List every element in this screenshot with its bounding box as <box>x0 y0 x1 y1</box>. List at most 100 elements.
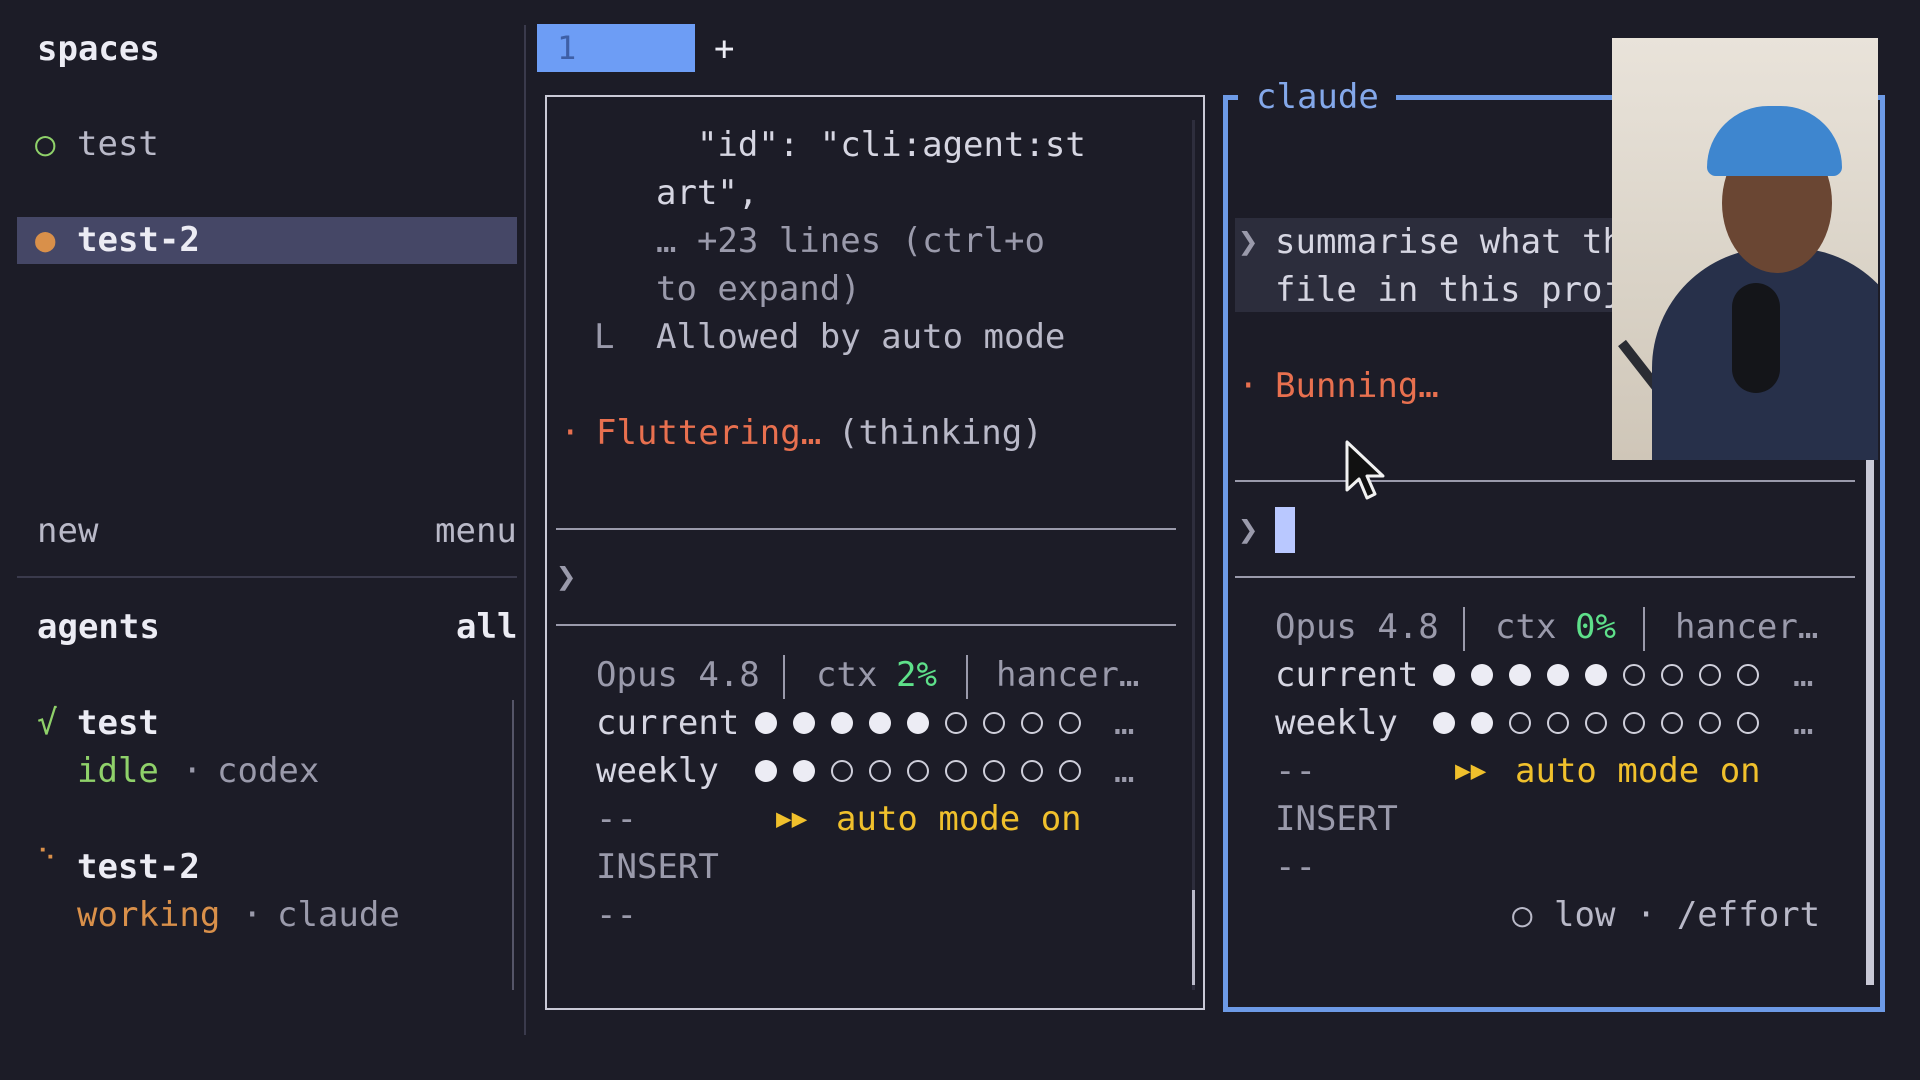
status-extra: hancer… <box>996 655 1140 695</box>
agent-item-test-2[interactable]: test-2 <box>77 843 200 891</box>
right-pane-scrollbar[interactable] <box>1866 460 1874 985</box>
usage-dot-filled <box>755 712 777 734</box>
usage-dot-empty <box>1021 712 1043 734</box>
check-icon: √ <box>37 703 58 743</box>
agent-separator: · <box>242 895 263 935</box>
activity-bullet: · <box>1238 366 1259 406</box>
usage-dot-filled <box>1433 712 1455 734</box>
usage-dot-filled <box>1471 664 1493 686</box>
mode-dashes: -- <box>1275 751 1316 791</box>
space-item-test[interactable]: test <box>77 120 159 168</box>
usage-dot-filled <box>793 712 815 734</box>
space-status-icon: ○ <box>35 124 56 164</box>
fast-forward-icon: ▶▶ <box>776 804 808 834</box>
usage-dot-filled <box>1547 664 1569 686</box>
input-divider-bottom <box>556 624 1176 626</box>
usage-dot-empty <box>1585 712 1607 734</box>
weekly-label: weekly <box>1275 703 1398 743</box>
effort-icon: ○ <box>1512 895 1533 935</box>
space-item-test-2[interactable]: test-2 <box>77 216 200 264</box>
usage-dot-empty <box>1623 664 1645 686</box>
spaces-title: spaces <box>37 29 160 69</box>
current-usage-meter <box>755 712 1081 734</box>
allowed-status: Allowed by auto mode <box>656 317 1066 357</box>
usage-dot-empty <box>1661 664 1683 686</box>
menu-button[interactable]: menu <box>435 507 517 555</box>
usage-dot-filled <box>907 712 929 734</box>
usage-dot-filled <box>1509 664 1531 686</box>
status-sep <box>966 655 968 699</box>
agent-type: claude <box>277 895 400 935</box>
tree-branch: L <box>594 317 615 357</box>
weekly-usage-meter <box>755 760 1081 782</box>
agents-filter-all[interactable]: all <box>456 603 517 651</box>
user-prompt-line: file in this proj <box>1275 270 1623 310</box>
usage-dot-empty <box>1021 760 1043 782</box>
sidebar-scrollbar[interactable] <box>512 700 514 990</box>
status-sep <box>1463 607 1465 651</box>
effort-level: low · /effort <box>1554 895 1821 935</box>
status-sep <box>783 655 785 699</box>
activity-note: (thinking) <box>838 413 1043 453</box>
usage-dot-filled <box>1471 712 1493 734</box>
ellipsis: … <box>1793 655 1814 695</box>
ctx-value: 0% <box>1575 607 1616 647</box>
input-prompt[interactable]: ❯ <box>556 553 576 601</box>
weekly-usage-meter <box>1433 712 1759 734</box>
person-cap <box>1707 106 1842 176</box>
usage-dot-filled <box>1433 664 1455 686</box>
mode-dashes: -- <box>596 895 637 935</box>
ellipsis: … <box>1114 751 1135 791</box>
agent-separator: · <box>182 751 203 791</box>
agent-item-test[interactable]: test <box>77 699 159 747</box>
webcam-overlay <box>1612 38 1878 460</box>
current-label: current <box>596 703 740 743</box>
status-sep <box>1643 607 1645 651</box>
sidebar: spaces ○ test ● test-2 new menu agents a… <box>0 0 525 1080</box>
ctx-label: ctx <box>816 655 878 695</box>
agent-state: idle <box>77 751 159 791</box>
usage-dot-empty <box>869 760 891 782</box>
usage-dot-empty <box>831 760 853 782</box>
usage-dot-empty <box>983 712 1005 734</box>
input-divider-top <box>1235 480 1855 482</box>
usage-dot-filled <box>755 760 777 782</box>
fast-forward-icon: ▶▶ <box>1455 756 1487 786</box>
new-space-button[interactable]: new <box>37 507 98 555</box>
agent-state: working <box>77 895 221 935</box>
output-line: to expand) <box>656 269 861 309</box>
sidebar-separator <box>524 25 526 1035</box>
spinner-icon: ⠑ <box>37 845 57 875</box>
usage-dot-empty <box>1699 664 1721 686</box>
input-prompt: ❯ <box>1238 510 1259 550</box>
tab-1[interactable]: 1 <box>537 24 695 72</box>
usage-dot-empty <box>1699 712 1721 734</box>
space-status-icon-active: ● <box>35 220 56 260</box>
input-divider-bottom <box>1235 576 1855 578</box>
pane-title: claude <box>1256 77 1379 117</box>
ellipsis: … <box>1114 703 1135 743</box>
user-prompt-line: summarise what th <box>1275 222 1623 262</box>
left-pane-scrollbar[interactable] <box>1192 890 1195 985</box>
auto-mode-status: auto mode on <box>836 799 1082 839</box>
usage-dot-filled <box>793 760 815 782</box>
add-tab-button[interactable]: + <box>714 25 734 73</box>
text-cursor[interactable] <box>1275 507 1295 553</box>
usage-dot-empty <box>983 760 1005 782</box>
left-pane-scroll-track <box>1192 120 1195 990</box>
usage-dot-empty <box>1623 712 1645 734</box>
usage-dot-empty <box>1737 712 1759 734</box>
usage-dot-empty <box>1737 664 1759 686</box>
output-line: "id": "cli:agent:st <box>656 125 1086 165</box>
output-line: … +23 lines (ctrl+o <box>656 221 1045 261</box>
usage-dot-empty <box>1059 760 1081 782</box>
usage-dot-empty <box>1509 712 1531 734</box>
activity-bullet: · <box>560 413 581 453</box>
microphone <box>1732 283 1780 393</box>
current-label: current <box>1275 655 1419 695</box>
ellipsis: … <box>1793 703 1814 743</box>
usage-dot-filled <box>831 712 853 734</box>
output-line: art", <box>656 173 759 213</box>
usage-dot-filled <box>1585 664 1607 686</box>
mode-dashes: -- <box>1275 847 1316 887</box>
